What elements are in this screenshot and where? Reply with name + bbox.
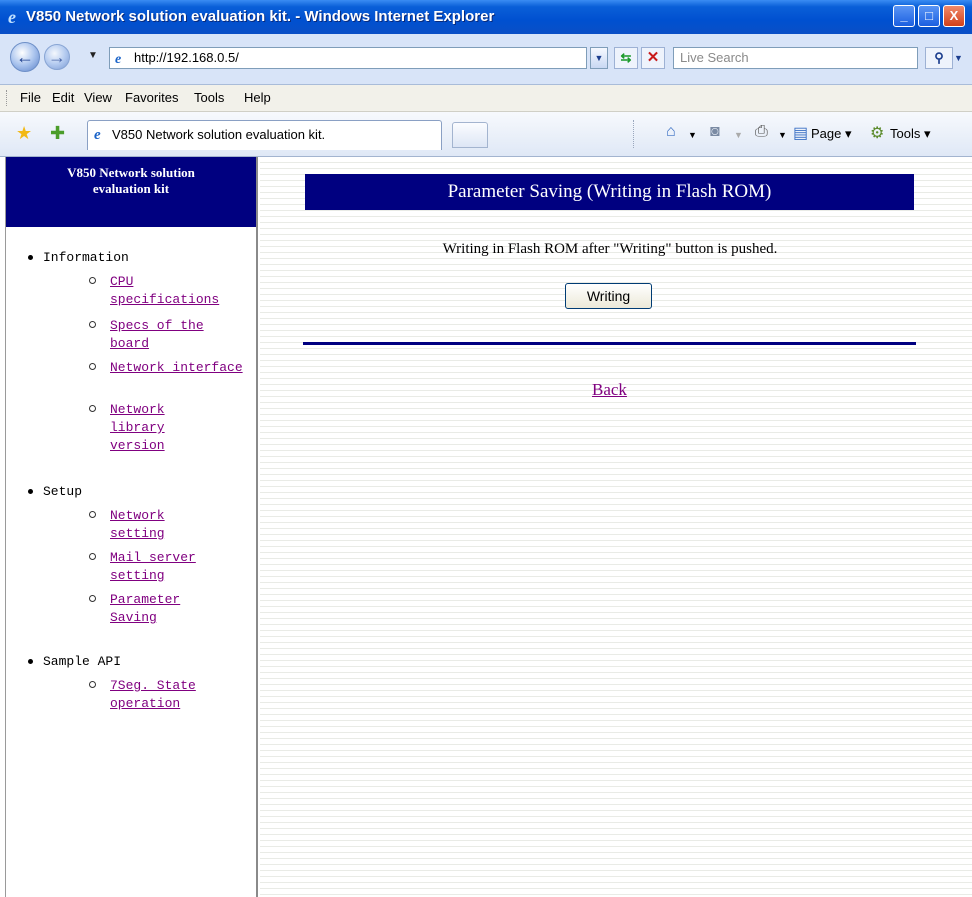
back-arrow-icon: ← <box>16 47 34 67</box>
nav-section-sample-api: Sample API <box>28 654 121 669</box>
circle-bullet-icon <box>89 553 96 560</box>
nav-link-mail-server-setting[interactable]: Mail server setting <box>110 549 235 585</box>
page-menu-icon: ▤ <box>793 125 809 142</box>
page-menu-button[interactable]: Page ▾ <box>811 126 852 142</box>
nav-section-setup: Setup <box>28 484 82 499</box>
close-button[interactable]: X <box>943 5 965 27</box>
sidebar-header-line2: evaluation kit <box>92 181 170 196</box>
menu-favorites[interactable]: Favorites <box>125 90 178 105</box>
browser-viewport: V850 Network solution evaluation kit Inf… <box>0 157 972 897</box>
nav-section-label: Setup <box>43 484 83 499</box>
back-link[interactable]: Back <box>592 380 627 400</box>
tab-label: V850 Network solution evaluation kit. <box>112 127 326 142</box>
circle-bullet-icon <box>89 681 96 688</box>
circle-bullet-icon <box>89 363 96 370</box>
tools-gear-icon: ⚙ <box>870 125 885 142</box>
circle-bullet-icon <box>89 511 96 518</box>
address-input[interactable]: e http://192.168.0.5/ <box>109 47 587 69</box>
nav-link-cpu-specifications[interactable]: CPU specifications <box>110 273 250 309</box>
menu-file[interactable]: File <box>20 90 41 105</box>
feeds-dropdown-icon[interactable]: ▼ <box>734 130 743 140</box>
stop-icon: ✕ <box>646 49 660 66</box>
search-button[interactable]: ⚲ <box>925 47 953 69</box>
divider <box>303 342 916 345</box>
address-dropdown-button[interactable]: ▼ <box>590 47 608 69</box>
circle-bullet-icon <box>89 321 96 328</box>
nav-link-network-setting[interactable]: Network setting <box>110 507 200 543</box>
writing-button[interactable]: Writing <box>565 283 652 309</box>
forward-button[interactable]: → <box>44 44 70 70</box>
tools-menu-label: Tools <box>890 126 921 141</box>
nav-section-label: Sample API <box>43 654 122 669</box>
minimize-button[interactable]: _ <box>893 5 915 27</box>
sidebar-header: V850 Network solution evaluation kit <box>6 157 256 227</box>
nav-link-7seg-state-operation[interactable]: 7Seg. State operation <box>110 677 225 713</box>
favorites-star-icon[interactable]: ★ <box>16 123 32 144</box>
instruction-text: Writing in Flash ROM after "Writing" but… <box>442 241 778 257</box>
page-icon: e <box>115 52 122 67</box>
print-dropdown-icon[interactable]: ▼ <box>778 130 787 140</box>
circle-bullet-icon <box>89 595 96 602</box>
menu-bar: File Edit View Favorites Tools Help <box>0 85 972 112</box>
chevron-down-icon: ▼ <box>594 53 604 63</box>
search-input[interactable]: Live Search <box>673 47 918 69</box>
nav-link-parameter-saving[interactable]: Parameter Saving <box>110 591 200 627</box>
page-menu-label: Page <box>811 126 842 141</box>
main-content: Parameter Saving (Writing in Flash ROM) … <box>260 157 972 897</box>
new-tab-button[interactable] <box>452 122 488 148</box>
back-button[interactable]: ← <box>10 42 40 72</box>
refresh-button[interactable]: ⇆ <box>614 47 638 69</box>
address-toolbar: ← → ▼ e http://192.168.0.5/ ▼ ⇆ ✕ Live S… <box>0 34 972 85</box>
menu-help[interactable]: Help <box>244 90 271 105</box>
bullet-icon <box>28 255 33 261</box>
print-icon[interactable]: ⎙ <box>755 123 768 141</box>
refresh-icon: ⇆ <box>620 50 632 65</box>
tab-current-page[interactable]: e V850 Network solution evaluation kit. <box>87 120 442 150</box>
window-title: V850 Network solution evaluation kit. - … <box>26 8 495 25</box>
circle-bullet-icon <box>89 277 96 284</box>
page-icon: e <box>94 127 101 143</box>
nav-section-label: Information <box>43 250 129 265</box>
tools-menu-button[interactable]: Tools ▾ <box>890 126 931 142</box>
nav-link-specs-of-the-board[interactable]: Specs of the board <box>110 317 250 353</box>
page-title: Parameter Saving (Writing in Flash ROM) <box>305 174 914 210</box>
nav-link-network-interface[interactable]: Network interface <box>110 359 250 377</box>
stop-button[interactable]: ✕ <box>641 47 665 69</box>
menu-edit[interactable]: Edit <box>52 90 74 105</box>
nav-link-network-library-version[interactable]: Network library version <box>110 401 200 455</box>
menu-view[interactable]: View <box>84 90 112 105</box>
tab-command-bar: ★ ✚ e V850 Network solution evaluation k… <box>0 112 972 157</box>
window-title-bar: e V850 Network solution evaluation kit. … <box>0 0 972 34</box>
history-dropdown-icon[interactable]: ▼ <box>88 50 98 61</box>
home-dropdown-icon[interactable]: ▼ <box>688 130 697 140</box>
circle-bullet-icon <box>89 405 96 412</box>
search-options-dropdown-icon[interactable]: ▼ <box>954 47 972 69</box>
feeds-icon[interactable]: ◙ <box>710 123 720 141</box>
add-favorites-icon[interactable]: ✚ <box>50 123 65 144</box>
navigation-sidebar: V850 Network solution evaluation kit Inf… <box>5 157 258 897</box>
home-icon[interactable]: ⌂ <box>666 123 676 141</box>
menu-tools[interactable]: Tools <box>194 90 224 105</box>
toolbar-grip <box>6 90 10 106</box>
maximize-button[interactable]: □ <box>918 5 940 27</box>
forward-arrow-icon: → <box>48 47 66 67</box>
sidebar-header-line1: V850 Network solution <box>67 165 195 180</box>
address-text: http://192.168.0.5/ <box>134 50 239 65</box>
search-icon: ⚲ <box>934 50 944 65</box>
bullet-icon <box>28 489 33 495</box>
bullet-icon <box>28 659 33 665</box>
ie-logo-icon: e <box>8 7 16 27</box>
nav-section-information: Information <box>28 250 129 265</box>
toolbar-separator <box>633 120 636 148</box>
